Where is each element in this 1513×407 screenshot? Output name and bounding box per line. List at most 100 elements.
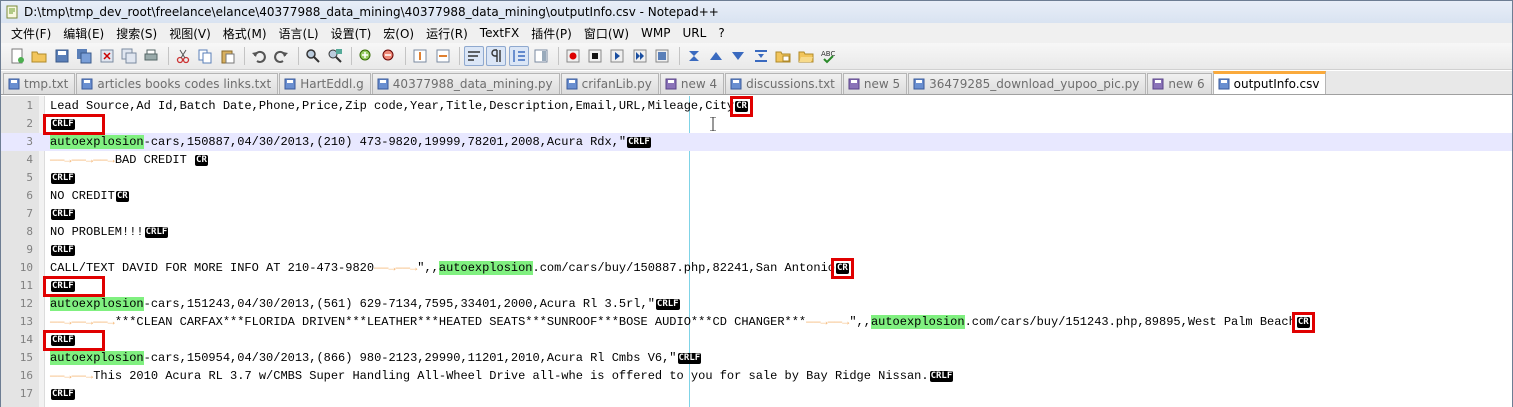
- sort-button[interactable]: [684, 46, 704, 66]
- editor-line[interactable]: 8 NO PROBLEM!!! CRLF: [1, 223, 1512, 241]
- zoom-out-button[interactable]: [379, 46, 399, 66]
- move-down-button[interactable]: [728, 46, 748, 66]
- sync-h-button[interactable]: [433, 46, 453, 66]
- close-button[interactable]: [97, 46, 117, 66]
- annotation-box: [1291, 312, 1315, 333]
- cut-icon: [176, 49, 189, 64]
- move-up-button[interactable]: [706, 46, 726, 66]
- editor-line[interactable]: 4 ——→——→——→BAD CREDIT CR: [1, 151, 1512, 169]
- copy-button[interactable]: [195, 46, 215, 66]
- tab-label: HartEddl.g: [300, 77, 364, 91]
- menu-item[interactable]: TextFX: [474, 26, 525, 40]
- text-segment: -cars,151243,04/30/2013,(561) 629-7134,7…: [143, 297, 655, 311]
- menu-item[interactable]: 宏(O): [377, 25, 420, 42]
- menu-item[interactable]: 运行(R): [420, 25, 474, 42]
- tab-40377988-data-mining-py[interactable]: 40377988_data_mining.py: [371, 73, 560, 94]
- editor-line[interactable]: 2 CRLF: [1, 115, 1512, 133]
- menu-item[interactable]: ?: [712, 26, 730, 40]
- menu-item[interactable]: 设置(T): [325, 25, 378, 42]
- menu-item[interactable]: 格式(M): [217, 25, 273, 42]
- editor-line[interactable]: 1 Lead Source,Ad Id,Batch Date,Phone,Pric…: [1, 97, 1512, 115]
- menu-item[interactable]: 视图(V): [163, 25, 217, 42]
- line-number: 3: [26, 135, 33, 148]
- save-button[interactable]: [52, 46, 72, 66]
- replace-icon: [328, 49, 343, 63]
- text-segment: BAD CREDIT: [114, 153, 195, 167]
- tab-36479285-download-yupoo-pic-py[interactable]: 36479285_download_yupoo_pic.py: [908, 73, 1147, 94]
- print-button[interactable]: [141, 46, 161, 66]
- tab-new-5[interactable]: new 5: [842, 73, 908, 94]
- editor-line[interactable]: 15 autoexplosion-cars,150954,04/30/2013,(…: [1, 349, 1512, 367]
- editor-line[interactable]: 17 CRLF: [1, 385, 1512, 403]
- play-macro-button[interactable]: [607, 46, 627, 66]
- run-macro-multiple-button[interactable]: [630, 46, 650, 66]
- editor-line[interactable]: 11 CRLF: [1, 277, 1512, 295]
- editor-line[interactable]: 16 ——→——→This 2010 Acura RL 3.7 w/CMBS Su…: [1, 367, 1512, 385]
- show-all-chars-button[interactable]: [486, 46, 507, 66]
- zoom-in-button[interactable]: [356, 46, 376, 66]
- replace-button[interactable]: [325, 46, 345, 66]
- editor-line[interactable]: 7 CRLF: [1, 205, 1512, 223]
- menu-item[interactable]: 插件(P): [525, 25, 578, 42]
- new-file-button[interactable]: [7, 46, 27, 66]
- paste-button[interactable]: [218, 46, 238, 66]
- open-folder-button[interactable]: [796, 46, 816, 66]
- text-cursor-icon: [710, 117, 716, 131]
- close-all-button[interactable]: [119, 46, 139, 66]
- line-text: CRLF: [50, 205, 75, 223]
- tab-arrow: ——→——→——→: [50, 315, 115, 329]
- menu-item[interactable]: 文件(F): [5, 25, 57, 42]
- indent-guide-button[interactable]: [508, 46, 529, 66]
- open-file-button[interactable]: [29, 46, 49, 66]
- undo-button[interactable]: [249, 46, 269, 66]
- editor-line[interactable]: 14 CRLF: [1, 331, 1512, 349]
- eol-marker: CRLF: [655, 299, 680, 310]
- menu-item[interactable]: 搜索(S): [110, 25, 163, 42]
- spellcheck-button[interactable]: ABC: [818, 46, 838, 66]
- tab-harteddl-g[interactable]: HartEddl.g: [279, 73, 371, 94]
- tab-tmp-txt[interactable]: tmp.txt: [3, 73, 76, 94]
- editor-line[interactable]: 9 CRLF: [1, 241, 1512, 259]
- collapse-button[interactable]: [751, 46, 771, 66]
- tab-articles-books-codes-links-txt[interactable]: articles books codes links.txt: [76, 73, 279, 94]
- copy-icon: [198, 49, 212, 64]
- menu-item[interactable]: WMP: [635, 26, 676, 40]
- redo-button[interactable]: [271, 46, 291, 66]
- folder-button[interactable]: [773, 46, 793, 66]
- menu-item[interactable]: 语言(L): [273, 25, 325, 42]
- tab-label: new 5: [863, 77, 901, 91]
- tab-outputinfo-csv[interactable]: outputInfo.csv: [1212, 71, 1327, 94]
- tab-crifanlib-py[interactable]: crifanLib.py: [560, 73, 659, 94]
- find-button[interactable]: [303, 46, 323, 66]
- sync-v-button[interactable]: [410, 46, 430, 66]
- tab-new-4[interactable]: new 4: [659, 73, 725, 94]
- cut-button[interactable]: [173, 46, 193, 66]
- editor-area[interactable]: 1 Lead Source,Ad Id,Batch Date,Phone,Pric…: [1, 96, 1512, 407]
- tab-new-6[interactable]: new 6: [1147, 73, 1212, 94]
- doc-map-button[interactable]: [531, 46, 551, 66]
- line-number: 15: [19, 351, 33, 364]
- word-wrap-icon: [468, 51, 481, 61]
- collapse-icon: [754, 50, 767, 62]
- close-icon: [100, 49, 114, 63]
- menu-item[interactable]: 编辑(E): [57, 25, 110, 42]
- line-text: ——→——→This 2010 Acura RL 3.7 w/CMBS Supe…: [50, 367, 954, 385]
- menu-item[interactable]: URL: [677, 26, 713, 40]
- editor-line[interactable]: 10 CALL/TEXT DAVID FOR MORE INFO AT 210-4…: [1, 259, 1512, 277]
- editor-line[interactable]: 3 autoexplosion-cars,150887,04/30/2013,(2…: [1, 133, 1512, 151]
- save-macro-button[interactable]: [652, 46, 672, 66]
- tab-label: new 4: [680, 77, 718, 91]
- stop-record-button[interactable]: [585, 46, 605, 66]
- record-macro-button[interactable]: [563, 46, 583, 66]
- editor-line[interactable]: 13 ——→——→——→***CLEAN CARFAX***FLORIDA DRI…: [1, 313, 1512, 331]
- toolbar-separator: [405, 47, 407, 65]
- word-wrap-button[interactable]: [464, 46, 485, 66]
- editor-line[interactable]: 6 NO CREDIT CR: [1, 187, 1512, 205]
- save-all-button[interactable]: [74, 46, 94, 66]
- search-highlight: autoexplosion: [438, 261, 533, 275]
- tab-discussions-txt[interactable]: discussions.txt: [725, 73, 842, 94]
- menu-item[interactable]: 窗口(W): [578, 25, 635, 42]
- saved-file-icon: [8, 78, 20, 90]
- editor-line[interactable]: 5 CRLF: [1, 169, 1512, 187]
- editor-line[interactable]: 12 autoexplosion-cars,151243,04/30/2013,(…: [1, 295, 1512, 313]
